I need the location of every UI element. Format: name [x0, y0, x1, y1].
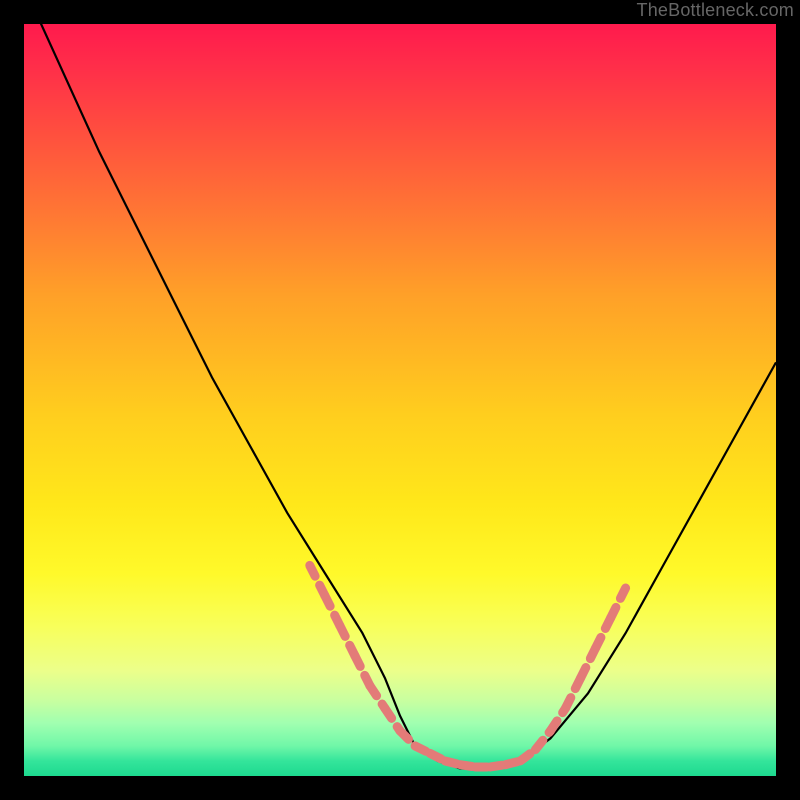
- highlight-segment: [355, 656, 370, 686]
- highlight-segment: [340, 626, 355, 656]
- highlight-dot-group: [310, 565, 626, 767]
- highlight-segment: [325, 596, 340, 626]
- chart-svg: [24, 24, 776, 776]
- highlight-segment: [596, 618, 611, 648]
- watermark-text: TheBottleneck.com: [637, 0, 794, 21]
- highlight-segment: [580, 648, 595, 678]
- highlight-segment: [611, 588, 626, 618]
- bottleneck-curve: [24, 24, 776, 768]
- chart-frame: [24, 24, 776, 776]
